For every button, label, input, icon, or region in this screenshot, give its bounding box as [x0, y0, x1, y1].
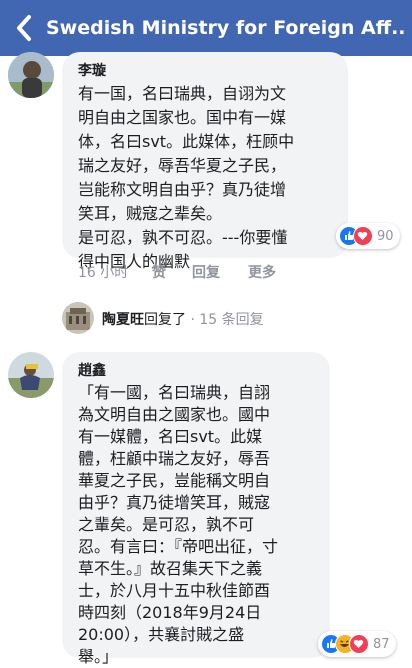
- comment-actions: 16 小时 赞 回复 更多: [78, 262, 318, 282]
- comment-author[interactable]: 李璇: [78, 60, 106, 80]
- top-bar: Swedish Ministry for Foreign Aff...: [0, 0, 412, 56]
- reply-action: 回复了: [144, 312, 186, 328]
- reactions-summary[interactable]: 87: [318, 631, 396, 657]
- avatar[interactable]: [8, 352, 54, 398]
- reactions-summary[interactable]: 90: [336, 223, 400, 249]
- avatar[interactable]: [62, 302, 94, 334]
- back-button[interactable]: [6, 8, 42, 48]
- comment-time: 16 小时: [78, 265, 129, 281]
- chevron-left-icon: [17, 15, 31, 41]
- comment-text: 有一国，名曰瑞典，自诩为文 明自由之国家也。国中有一媒 体，名曰svt。此媒体，…: [78, 84, 295, 271]
- replier-name: 陶夏旺: [102, 312, 144, 328]
- reaction-count: 87: [373, 636, 390, 652]
- like-button[interactable]: 赞: [152, 262, 166, 282]
- page-title: Swedish Ministry for Foreign Aff...: [46, 17, 406, 39]
- more-button[interactable]: 更多: [248, 262, 276, 282]
- avatar[interactable]: [8, 52, 54, 98]
- reply-button[interactable]: 回复: [192, 262, 220, 282]
- comment-text: 「有一國，名曰瑞典，自詡 為文明自由之國家也。國中 有一媒體，名曰svt。此媒 …: [78, 383, 279, 666]
- reaction-count: 90: [377, 228, 394, 244]
- view-replies-link[interactable]: 陶夏旺回复了 · 15 条回复: [102, 309, 264, 329]
- comment-author[interactable]: 趙鑫: [78, 360, 106, 380]
- love-reaction-icon: [353, 226, 373, 246]
- love-reaction-icon: [349, 634, 369, 654]
- reply-count: · 15 条回复: [190, 312, 264, 328]
